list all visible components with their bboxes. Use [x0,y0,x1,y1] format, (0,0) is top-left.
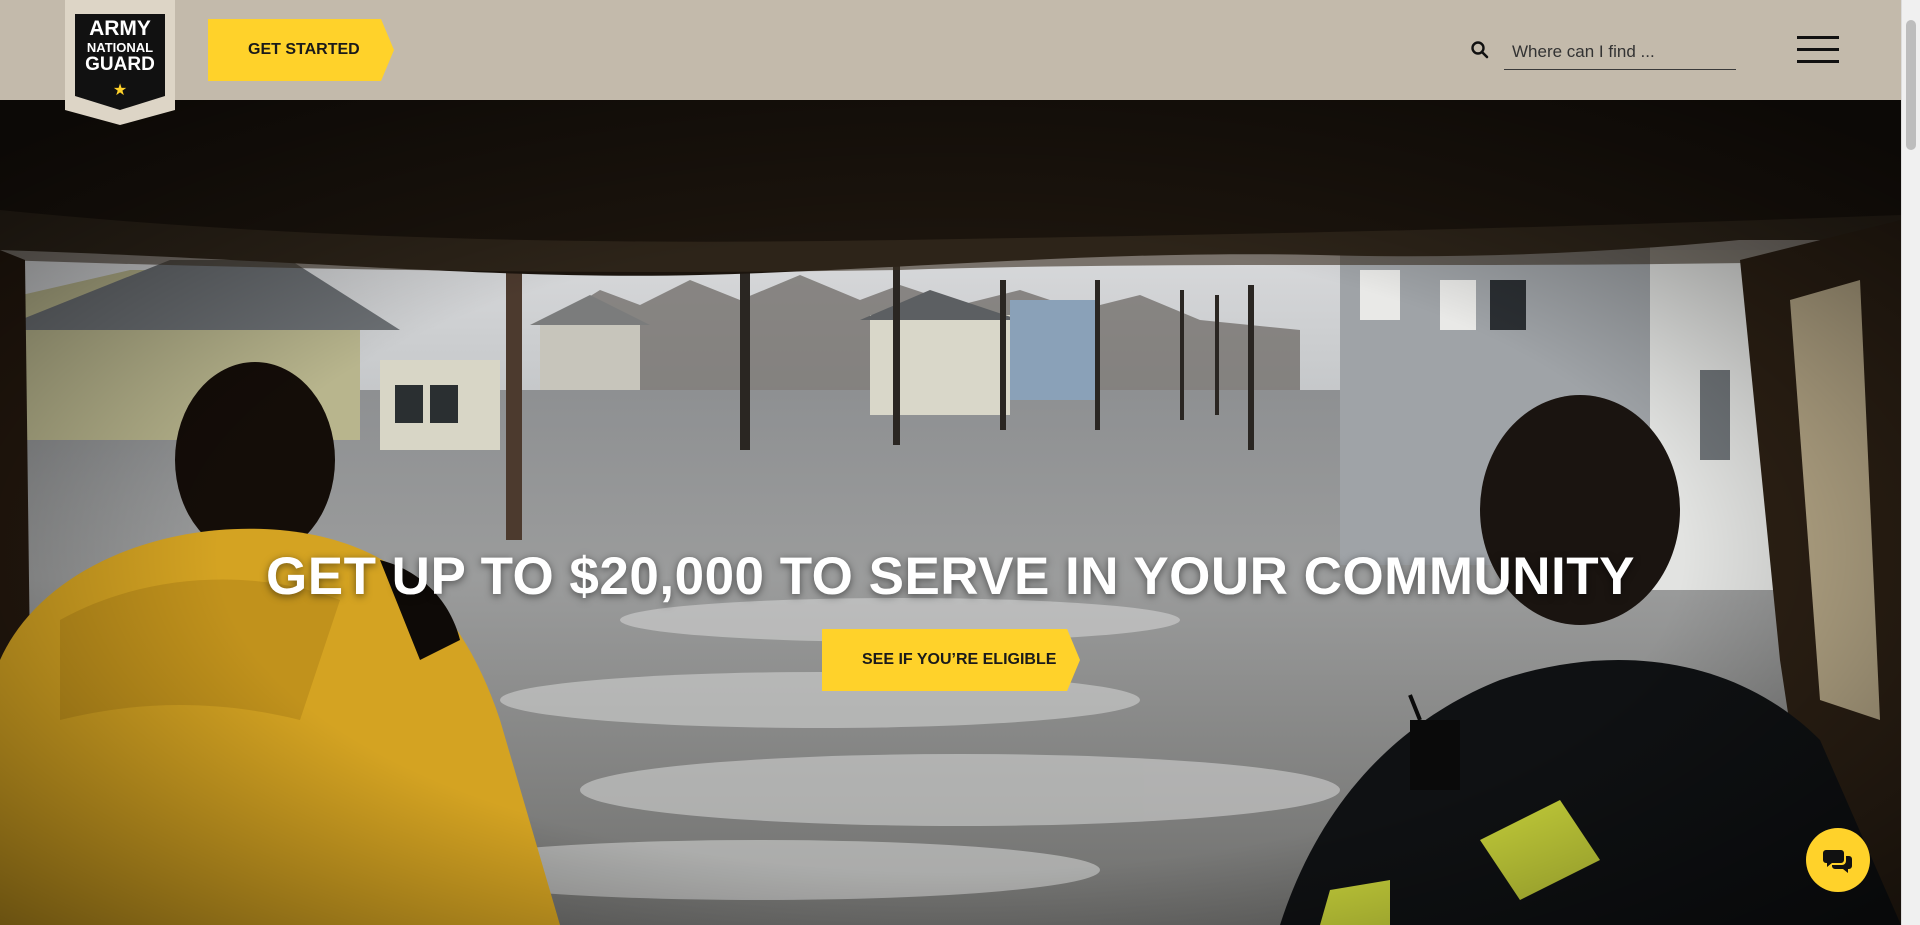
logo-line-guard: GUARD [85,54,155,75]
get-started-button[interactable]: GET STARTED [208,19,394,81]
logo-line-national: NATIONAL [86,40,154,55]
logo-line-army: ARMY [89,17,151,40]
menu-bar [1797,36,1839,39]
search-input[interactable] [1504,34,1736,70]
logo-wordmark: ARMY NATIONAL GUARD [65,18,175,74]
search-icon[interactable] [1470,40,1490,60]
army-national-guard-logo[interactable]: ARMY NATIONAL GUARD ★ [65,0,175,125]
site-header: ARMY NATIONAL GUARD ★ GET STARTED [0,0,1901,125]
chat-bubbles-icon [1823,850,1852,873]
hero-background-image [0,100,1901,925]
page-scrollbar[interactable] [1901,0,1920,925]
hero-section: GET UP TO $20,000 TO SERVE IN YOUR COMMU… [0,100,1901,925]
scrollbar-thumb[interactable] [1906,20,1916,150]
menu-bar [1797,60,1839,63]
see-if-eligible-button[interactable]: SEE IF YOU’RE ELIGIBLE [822,629,1080,691]
menu-bar [1797,48,1839,51]
chat-button[interactable] [1806,828,1870,892]
hamburger-menu-icon[interactable] [1797,36,1839,64]
star-icon: ★ [112,82,128,99]
hero-title: GET UP TO $20,000 TO SERVE IN YOUR COMMU… [266,547,1635,606]
